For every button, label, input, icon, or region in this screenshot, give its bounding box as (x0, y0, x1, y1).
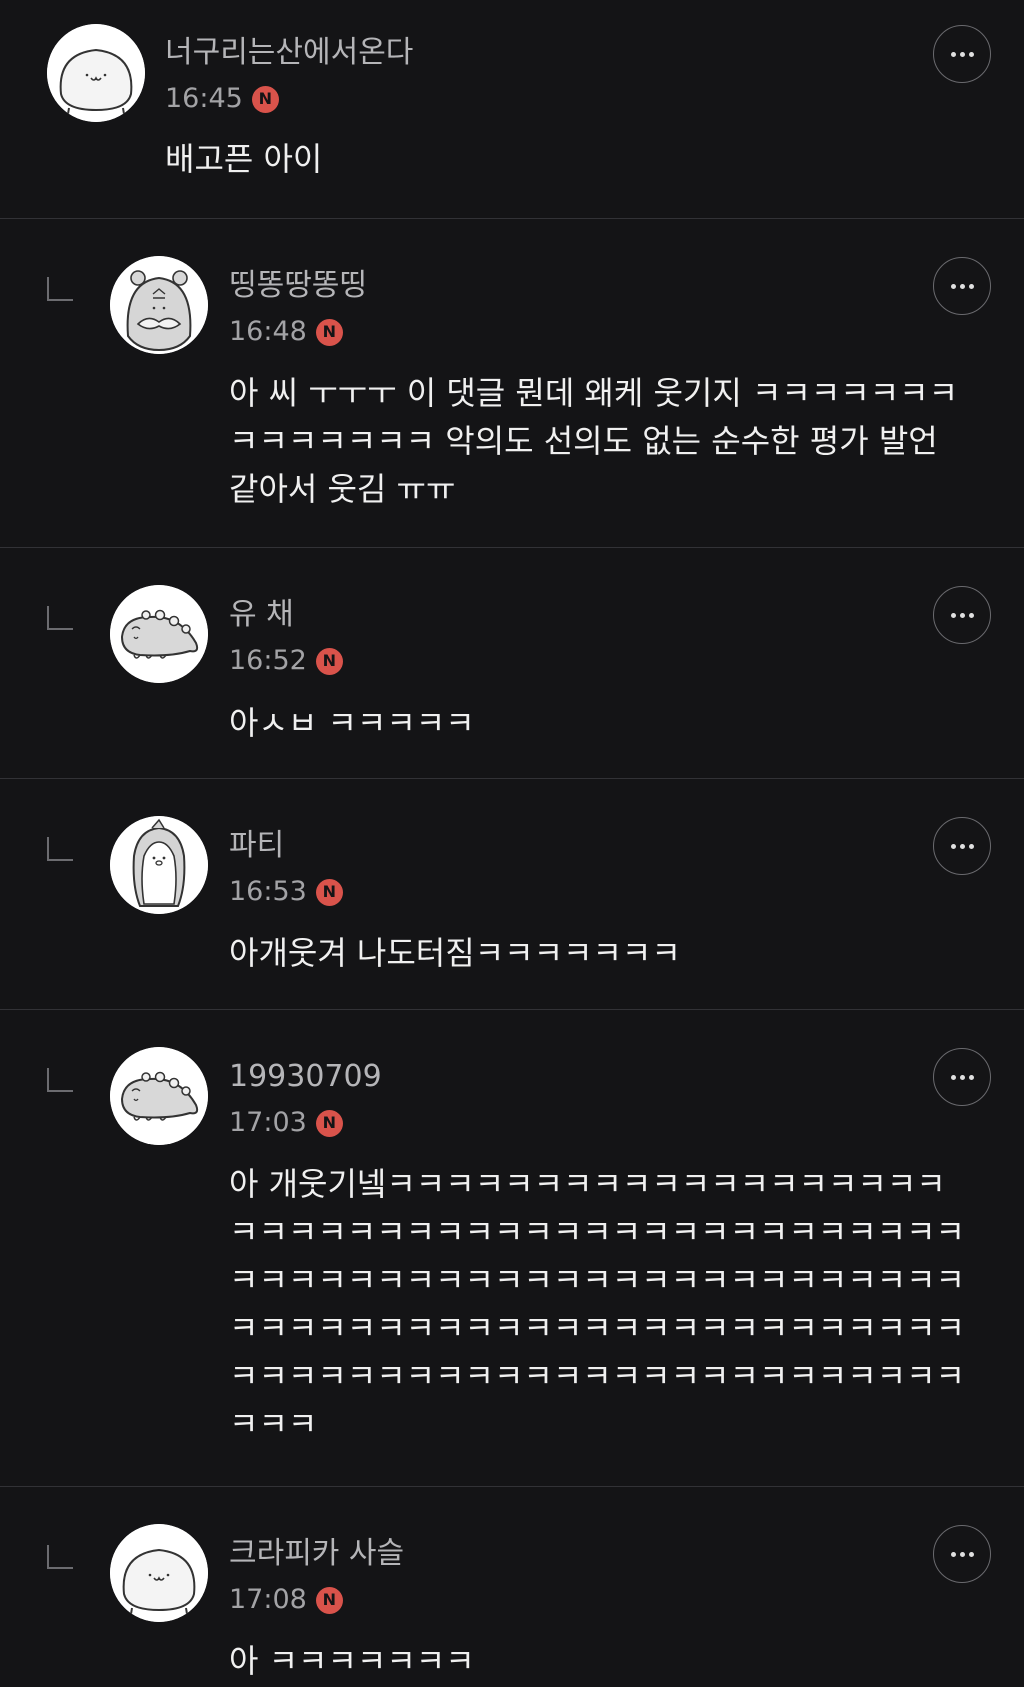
more-dot-icon (950, 1551, 956, 1557)
more-dot-icon (968, 1074, 974, 1080)
comment-nickname[interactable]: 크라피카 사슬 (229, 1535, 404, 1573)
new-badge-label: N (322, 322, 336, 341)
comment-text: 아ㅅㅂ ㅋㅋㅋㅋㅋ (229, 704, 475, 742)
comment-text: 아 씨 ㅜㅜㅜ 이 댓글 뭔데 왜케 웃기지 ㅋㅋㅋㅋㅋㅋㅋ ㅋㅋㅋㅋㅋㅋㅋ 악… (229, 374, 959, 508)
comment-meta: 17:08 N (229, 1583, 343, 1617)
reply-indicator-icon (47, 837, 73, 861)
more-options-button[interactable] (933, 1525, 991, 1583)
avatar[interactable] (110, 1047, 208, 1145)
more-dot-icon (968, 283, 974, 289)
comment-item: 크라피카 사슬 17:08 N 아 ㅋㅋㅋㅋㅋㅋㅋ (0, 1487, 1024, 1687)
more-dot-icon (959, 1074, 965, 1080)
comment-time: 16:48 (229, 316, 307, 347)
more-dot-icon (968, 1551, 974, 1557)
new-badge-label: N (322, 882, 336, 901)
new-badge-label: N (322, 1113, 336, 1132)
new-badge-label: N (322, 1590, 336, 1609)
more-dot-icon (959, 1551, 965, 1557)
more-dot-icon (959, 612, 965, 618)
bear-with-mustache-icon (110, 256, 208, 354)
more-options-button[interactable] (933, 586, 991, 644)
new-badge: N (315, 878, 343, 906)
comment-time: 17:08 (229, 1584, 307, 1615)
more-dot-icon (959, 843, 965, 849)
lying-dinosaur-icon (110, 585, 208, 683)
comment-nickname[interactable]: 너구리는산에서온다 (165, 34, 413, 72)
avatar[interactable] (110, 256, 208, 354)
reply-indicator-icon (47, 1545, 73, 1569)
new-badge: N (315, 318, 343, 346)
comment-nickname[interactable]: 파티 (229, 827, 284, 865)
comment-text: 아 ㅋㅋㅋㅋㅋㅋㅋ (229, 1642, 475, 1680)
avatar[interactable] (110, 585, 208, 683)
comment-item: 파티 16:53 N 아개웃겨 나도터짐ㅋㅋㅋㅋㅋㅋㅋ (0, 779, 1024, 1010)
comment-meta: 17:03 N (229, 1106, 343, 1140)
lying-dinosaur-icon (110, 1047, 208, 1145)
more-dot-icon (950, 612, 956, 618)
new-badge: N (251, 85, 279, 113)
comment-item: 띵똥땅똥띵 16:48 N 아 씨 ㅜㅜㅜ 이 댓글 뭔데 왜케 웃기지 ㅋㅋㅋ… (0, 219, 1024, 548)
comment-text: 배고픈 아이 (165, 140, 323, 178)
more-dot-icon (950, 283, 956, 289)
new-badge-label: N (322, 651, 336, 670)
avatar[interactable] (110, 816, 208, 914)
avatar[interactable] (47, 24, 145, 122)
avatar[interactable] (110, 1524, 208, 1622)
comment-time: 16:45 (165, 83, 243, 114)
more-dot-icon (950, 51, 956, 57)
new-badge: N (315, 1586, 343, 1614)
white-blob-character-icon (47, 24, 145, 122)
comment-text: 아 개웃기넼ㅋㅋㅋㅋㅋㅋㅋㅋㅋㅋㅋㅋㅋㅋㅋㅋㅋㅋㅋㅋㅋㅋㅋㅋㅋㅋㅋㅋㅋㅋㅋㅋㅋㅋ… (229, 1165, 966, 1443)
white-blob-character-icon (110, 1524, 208, 1622)
comment-meta: 16:45 N (165, 82, 279, 116)
new-badge-label: N (258, 89, 272, 108)
comment-time: 16:52 (229, 645, 307, 676)
comment-item: 19930709 17:03 N 아 개웃기넼ㅋㅋㅋㅋㅋㅋㅋㅋㅋㅋㅋㅋㅋㅋㅋㅋㅋ… (0, 1010, 1024, 1487)
more-dot-icon (959, 283, 965, 289)
more-options-button[interactable] (933, 25, 991, 83)
more-dot-icon (950, 1074, 956, 1080)
comment-nickname[interactable]: 유 채 (229, 596, 294, 634)
more-dot-icon (968, 843, 974, 849)
comment-item: 유 채 16:52 N 아ㅅㅂ ㅋㅋㅋㅋㅋ (0, 548, 1024, 779)
comment-meta: 16:52 N (229, 644, 343, 678)
comment-list: 너구리는산에서온다 16:45 N 배고픈 아이 띵똥땅똥띵 16:48 N 아… (0, 0, 1024, 1687)
comment-nickname[interactable]: 띵똥땅똥띵 (229, 267, 367, 305)
more-dot-icon (950, 843, 956, 849)
more-options-button[interactable] (933, 1048, 991, 1106)
comment-item: 너구리는산에서온다 16:45 N 배고픈 아이 (0, 0, 1024, 219)
reply-indicator-icon (47, 1068, 73, 1092)
more-options-button[interactable] (933, 817, 991, 875)
comment-time: 17:03 (229, 1107, 307, 1138)
reply-indicator-icon (47, 606, 73, 630)
reply-indicator-icon (47, 277, 73, 301)
penguin-character-icon (110, 816, 208, 914)
more-dot-icon (968, 51, 974, 57)
comment-nickname[interactable]: 19930709 (229, 1058, 382, 1096)
more-dot-icon (968, 612, 974, 618)
comment-meta: 16:53 N (229, 875, 343, 909)
more-options-button[interactable] (933, 257, 991, 315)
comment-meta: 16:48 N (229, 315, 343, 349)
comment-time: 16:53 (229, 876, 307, 907)
new-badge: N (315, 1109, 343, 1137)
new-badge: N (315, 647, 343, 675)
comment-text: 아개웃겨 나도터짐ㅋㅋㅋㅋㅋㅋㅋ (229, 934, 681, 972)
more-dot-icon (959, 51, 965, 57)
